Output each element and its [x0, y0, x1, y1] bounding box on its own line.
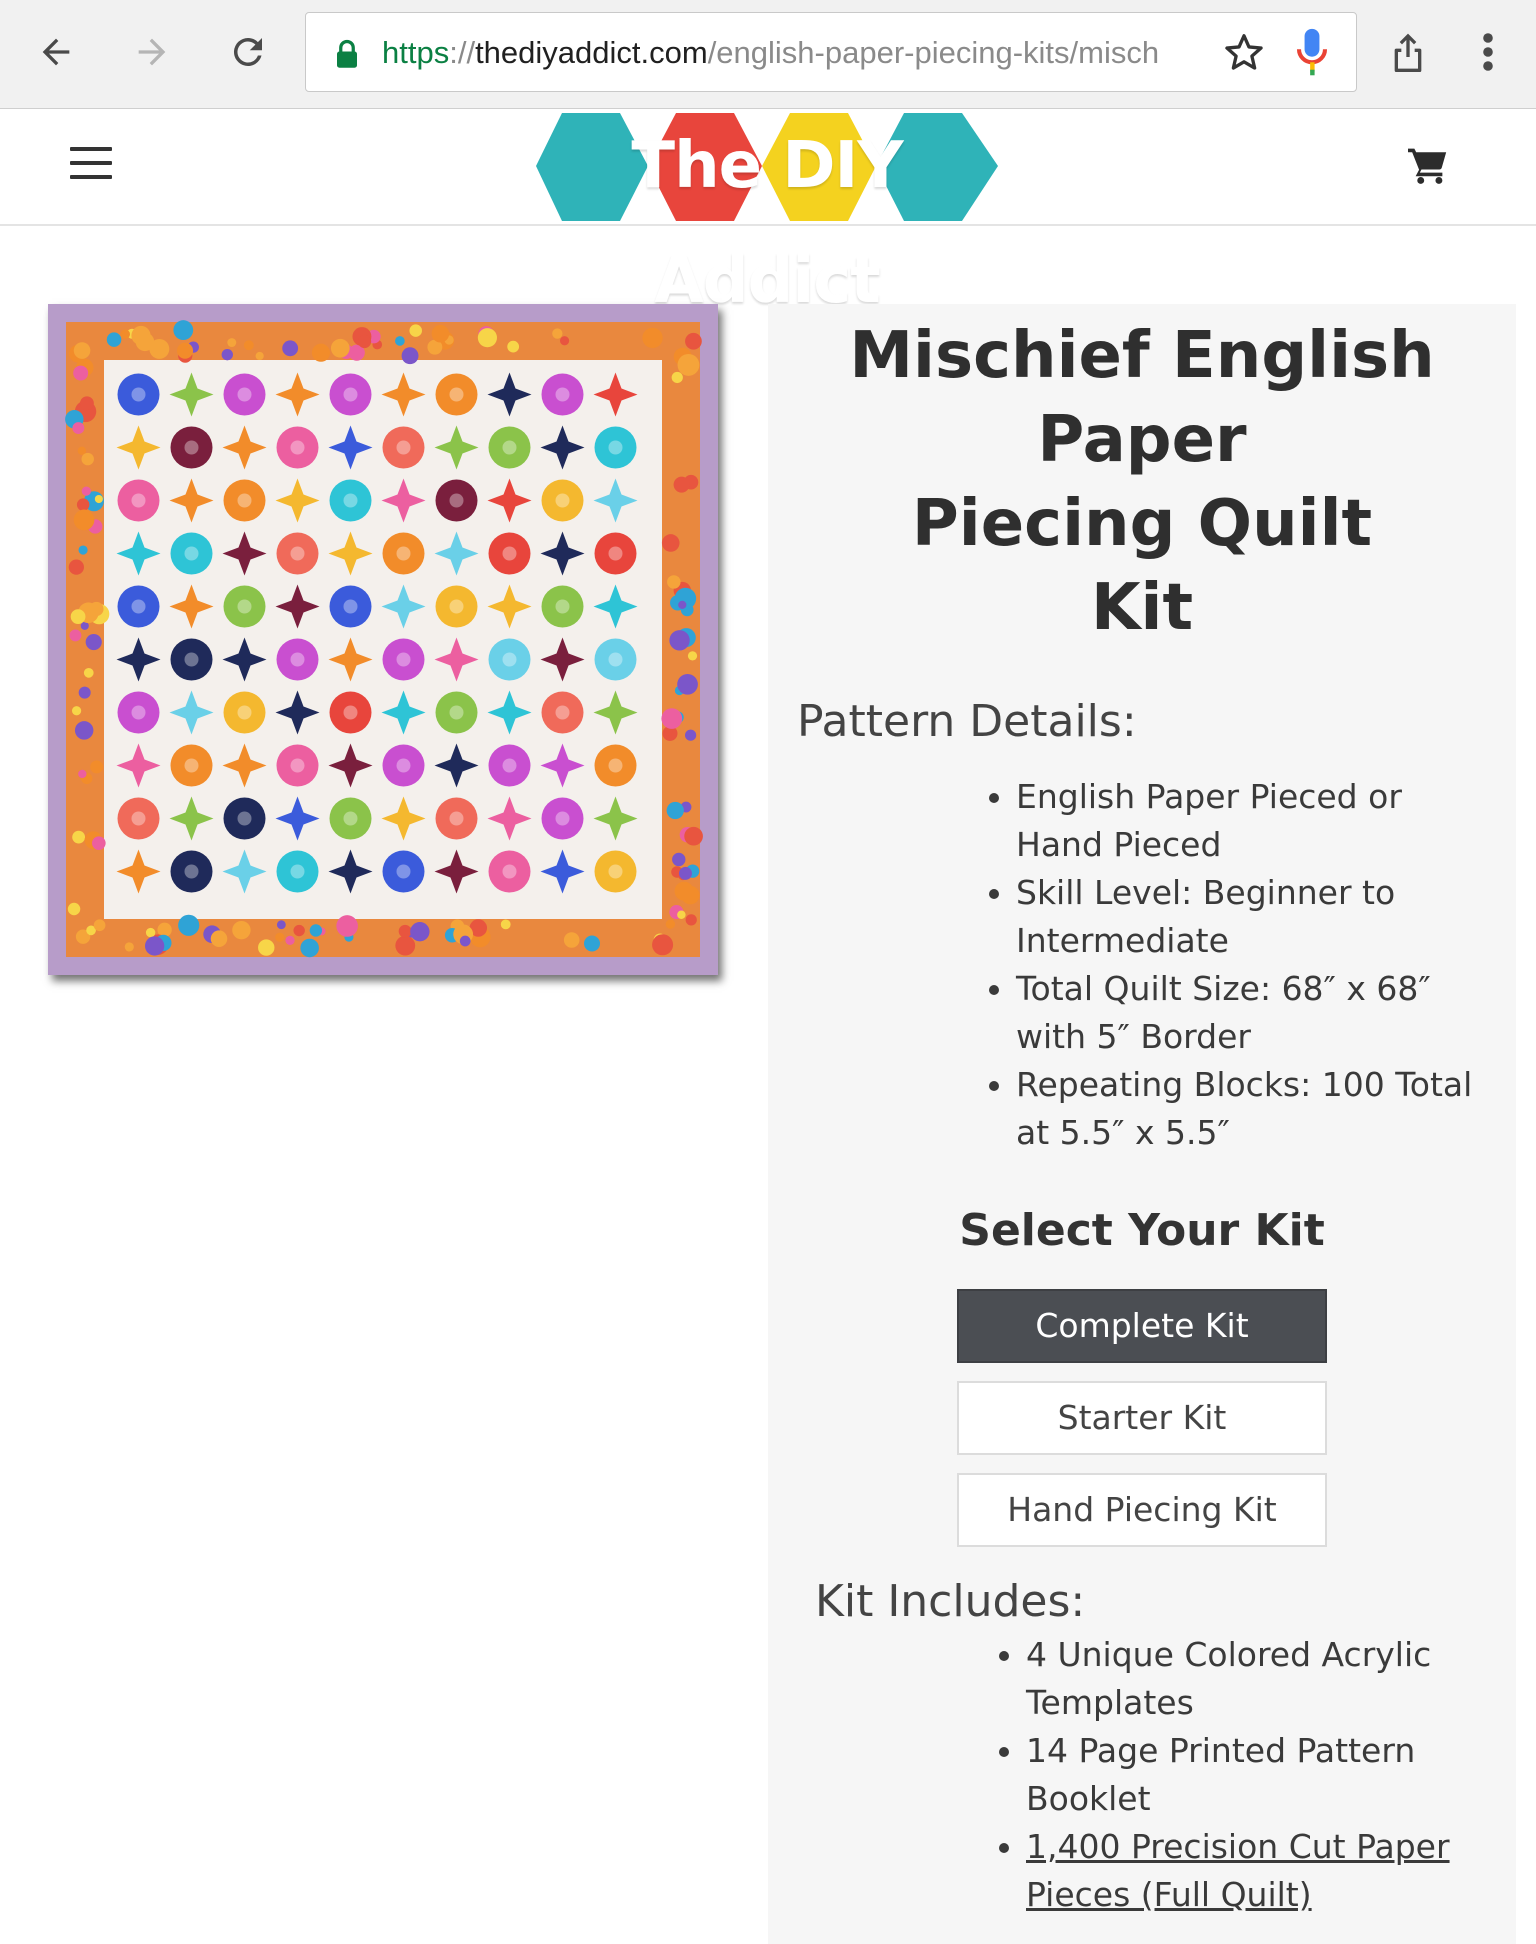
list-item-line: Skill Level: Beginner to [1016, 873, 1396, 912]
list-item: 14 Page Printed Pattern Booklet [1026, 1727, 1536, 1823]
list-item-line: Total Quilt Size: 68″ x 68″ [1016, 969, 1431, 1008]
browser-toolbar: https://thediyaddict.com/english-paper-p… [0, 0, 1536, 109]
list-item-line: Hand Pieced [1016, 825, 1222, 864]
url-text: https://thediyaddict.com/english-paper-p… [382, 31, 1202, 75]
product-title-line: Mischief English [849, 319, 1435, 393]
lock-icon [337, 39, 357, 68]
list-item-line: English Paper Pieced or [1016, 777, 1402, 816]
list-item-line: at 5.5″ x 5.5″ [1016, 1113, 1230, 1152]
select-kit-heading: Select Your Kit [959, 1205, 1325, 1256]
list-item-line: Intermediate [1016, 921, 1229, 960]
list-item-line: 14 Page Printed Pattern [1026, 1731, 1416, 1770]
shopping-cart-icon[interactable] [1406, 145, 1450, 189]
quilt-artwork [48, 304, 718, 975]
overflow-menu-icon[interactable] [1456, 20, 1520, 84]
list-item: Repeating Blocks: 100 Total at 5.5″ x 5.5… [1016, 1061, 1536, 1157]
kit-includes-heading: Kit Includes: [815, 1576, 1086, 1627]
product-title-line: Paper [1037, 403, 1247, 477]
forward-arrow-icon[interactable] [120, 20, 184, 84]
reload-icon[interactable] [216, 20, 280, 84]
site-logo[interactable]: The DIY Addict [532, 109, 1002, 318]
list-item-line: with 5″ Border [1016, 1017, 1251, 1056]
paper-pieces-link[interactable]: 1,400 Precision Cut Paper [1026, 1827, 1450, 1866]
address-bar[interactable]: https://thediyaddict.com/english-paper-p… [305, 12, 1357, 92]
hand-piecing-kit-button[interactable]: Hand Piecing Kit [957, 1473, 1327, 1547]
product-title: Mischief English Paper Piecing Quilt Kit [768, 314, 1516, 650]
list-item: 4 Unique Colored Acrylic Templates [1026, 1631, 1536, 1727]
url-scheme: https [382, 35, 450, 70]
pattern-details-list: English Paper Pieced or Hand Pieced Skill… [976, 773, 1536, 1157]
share-icon[interactable] [1376, 20, 1440, 84]
url-host: thediyaddict.com [475, 35, 708, 70]
url-path: /english-paper-piecing-kits/misch [707, 35, 1160, 70]
list-item: Total Quilt Size: 68″ x 68″ with 5″ Borde… [1016, 965, 1536, 1061]
product-title-line: Piecing Quilt [911, 487, 1373, 561]
star-icon[interactable] [1222, 31, 1266, 75]
product-details-panel: Mischief English Paper Piecing Quilt Kit… [768, 304, 1516, 1944]
list-item-line: Templates [1026, 1683, 1194, 1722]
product-image[interactable] [48, 304, 718, 975]
url-separator: :// [449, 35, 476, 70]
hamburger-menu-icon[interactable] [66, 143, 114, 187]
mic-icon[interactable] [1292, 27, 1332, 79]
list-item: Skill Level: Beginner to Intermediate [1016, 869, 1536, 965]
kit-includes-list: 4 Unique Colored Acrylic Templates 14 Pag… [986, 1631, 1536, 1919]
site-header: The DIY Addict [0, 109, 1536, 318]
starter-kit-button[interactable]: Starter Kit [957, 1381, 1327, 1455]
pattern-details-heading: Pattern Details: [797, 696, 1137, 747]
list-item: 1,400 Precision Cut Paper Pieces (Full Qu… [1026, 1823, 1536, 1919]
list-item-line: Repeating Blocks: 100 Total [1016, 1065, 1473, 1104]
paper-pieces-link[interactable]: Pieces (Full Quilt) [1026, 1875, 1312, 1914]
complete-kit-button[interactable]: Complete Kit [957, 1289, 1327, 1363]
list-item: English Paper Pieced or Hand Pieced [1016, 773, 1536, 869]
product-title-line: Kit [1090, 571, 1194, 645]
list-item-line: Booklet [1026, 1779, 1151, 1818]
list-item-line: 4 Unique Colored Acrylic [1026, 1635, 1432, 1674]
back-arrow-icon[interactable] [24, 20, 88, 84]
